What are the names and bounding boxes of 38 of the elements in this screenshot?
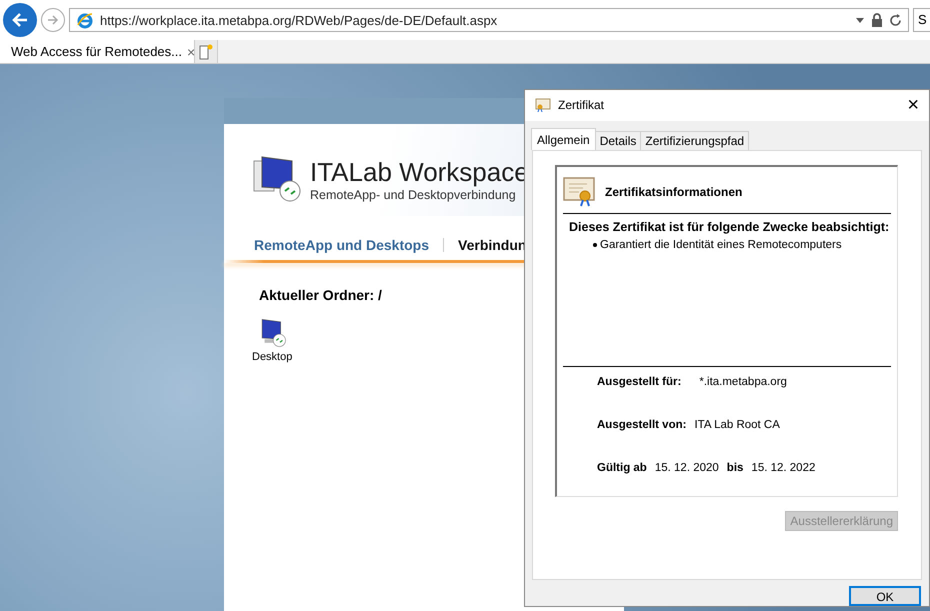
field-label: Gültig ab [597, 462, 647, 474]
close-tab-button[interactable]: × [187, 44, 196, 60]
browser-tab[interactable]: Web Access für Remotedes... × [0, 40, 195, 63]
page-subtitle: RemoteApp- und Desktopverbindung [310, 188, 517, 202]
back-button[interactable] [3, 3, 37, 37]
forward-arrow-icon [46, 13, 60, 27]
field-value: 15. 12. 2020 [654, 462, 719, 474]
purpose-item: Garantiert die Identität eines Remotecomputers [563, 234, 891, 251]
dialog-title: Zertifikat [558, 98, 604, 112]
new-tab-button[interactable] [195, 40, 218, 63]
dialog-tab[interactable]: Zertifizierungspfad [640, 130, 750, 150]
field-value: ITA Lab Root CA [694, 418, 780, 431]
dropdown-icon[interactable] [855, 16, 865, 24]
field-value: 15. 12. 2022 [751, 462, 816, 474]
certificate-icon [535, 98, 551, 112]
ok-button[interactable]: OK [849, 586, 921, 606]
field-label: Ausgestellt für: [597, 376, 682, 388]
search-field[interactable]: S [913, 8, 930, 32]
close-button[interactable]: × [907, 94, 919, 117]
dialog-tab[interactable]: Allgemein [531, 128, 596, 150]
browser-logo-icon [76, 11, 94, 29]
section-heading: Zertifikatsinformationen [605, 184, 742, 199]
field-label: Ausgestellt von: [597, 418, 686, 431]
tab-title: Web Access für Remotedes... [11, 44, 182, 59]
nav-link[interactable]: RemoteApp und Desktops [254, 237, 430, 253]
page-title: ITALab Workspace [310, 156, 529, 188]
url-text: https://workplace.ita.metabpa.org/RDWeb/Pages/de-DE/Default.aspx [100, 12, 498, 28]
purpose-heading: Dieses Zertifikat ist für folgende Zwecke beabsichtigt: [568, 218, 890, 234]
lock-icon[interactable] [871, 13, 883, 27]
field-value: *.ita.metabpa.org [699, 376, 787, 388]
desktop-item[interactable]: Desktop [252, 317, 292, 363]
address-bar[interactable]: https://workplace.ita.metabpa.org/RDWeb/Pages/de-DE/Default.aspx [69, 8, 909, 32]
certificate-icon [563, 176, 595, 207]
current-folder-label: Aktueller Ordner: / [258, 286, 383, 303]
new-tab-icon [199, 44, 213, 60]
field-label: bis [726, 462, 744, 474]
nav-link[interactable]: Verbindun [458, 237, 526, 253]
refresh-icon[interactable] [889, 14, 902, 26]
